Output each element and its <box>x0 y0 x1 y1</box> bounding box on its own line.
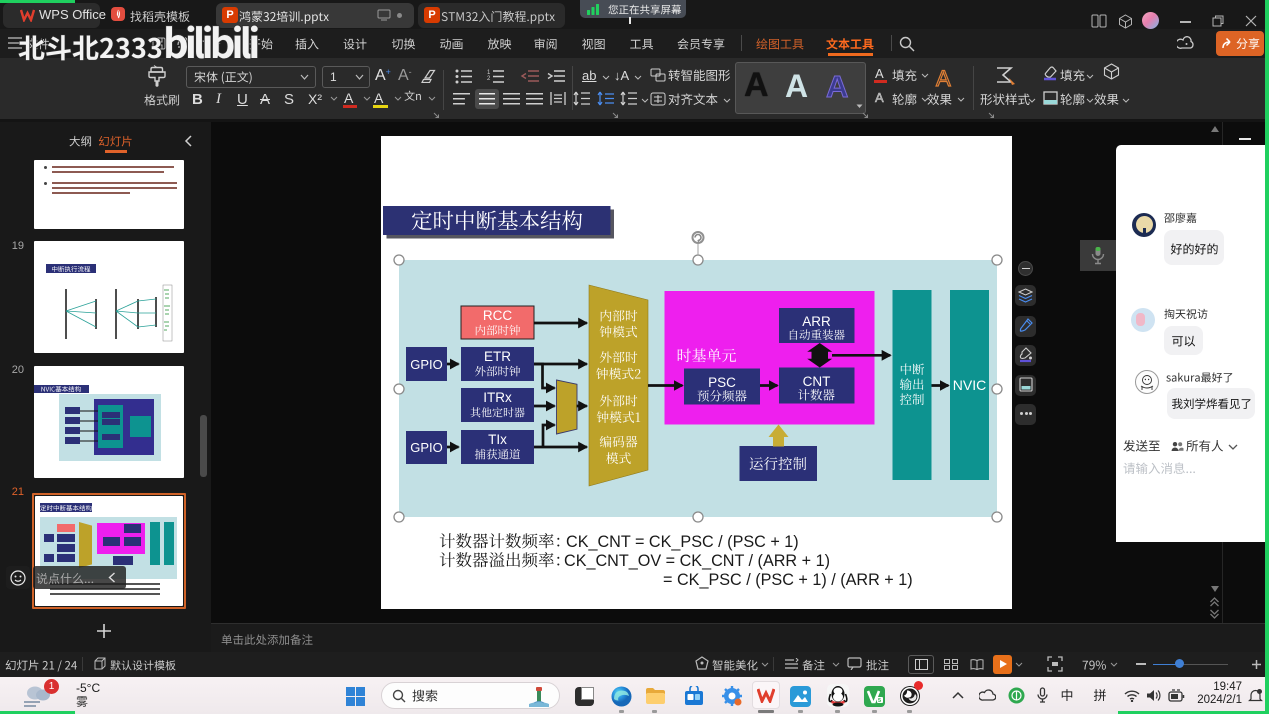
svg-text:GPIO: GPIO <box>410 357 443 372</box>
svg-text:ARR: ARR <box>802 314 831 329</box>
svg-text:RCC: RCC <box>483 308 512 323</box>
svg-text:TIx: TIx <box>488 432 507 447</box>
svg-text:PSC: PSC <box>708 375 736 390</box>
svg-text:CK_CNT_OV = CK_CNT / (ARR + 1): CK_CNT_OV = CK_CNT / (ARR + 1) <box>564 552 830 570</box>
svg-text:= CK_PSC / (PSC + 1) / (ARR +: = CK_PSC / (PSC + 1) / (ARR + 1) <box>663 571 913 589</box>
svg-text:GPIO: GPIO <box>410 440 443 455</box>
svg-text:ITRx: ITRx <box>483 390 512 405</box>
svg-text:2: 2 <box>487 76 491 82</box>
svg-text:ETR: ETR <box>484 349 511 364</box>
svg-text:CNT: CNT <box>803 374 831 389</box>
svg-text:NVIC: NVIC <box>953 377 986 393</box>
svg-text:5: 5 <box>878 698 881 704</box>
svg-text:CK_CNT = CK_PSC / (PSC + 1): CK_CNT = CK_PSC / (PSC + 1) <box>566 533 799 551</box>
